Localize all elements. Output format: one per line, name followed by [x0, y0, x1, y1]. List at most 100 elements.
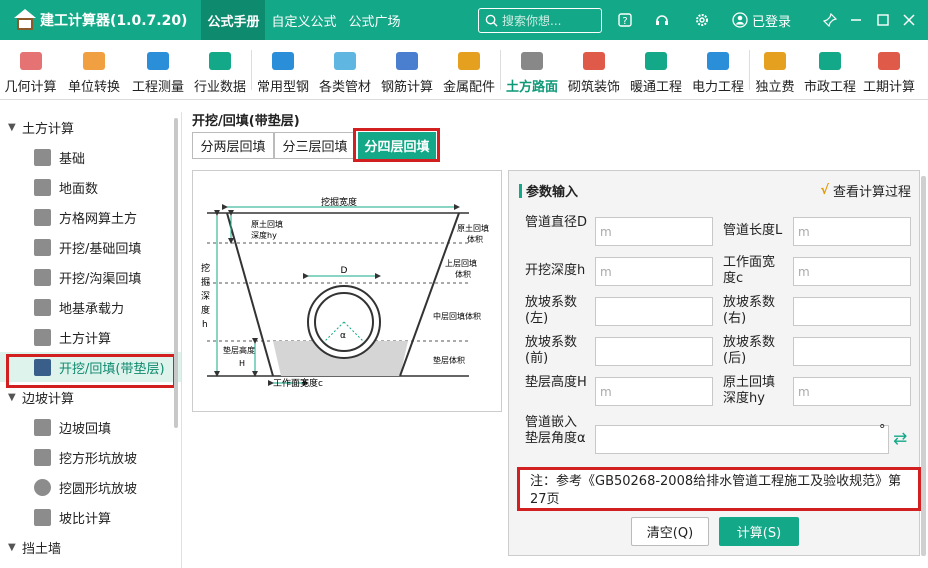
view-calc-process-link[interactable]: √ 查看计算过程	[820, 181, 911, 200]
trench-right-side	[399, 212, 460, 377]
formula-icon: √	[820, 183, 829, 198]
orig-soil-volume-label: 体积	[467, 234, 483, 244]
headset-icon[interactable]	[652, 10, 672, 30]
sidebar-category-retaining-wall[interactable]: ▼ 挡土墙	[0, 532, 181, 562]
tool-masonry[interactable]: 砌筑装饰	[563, 40, 625, 100]
pin-icon[interactable]	[820, 10, 840, 30]
tab-formula-manual[interactable]: 公式手册	[201, 0, 266, 40]
field-label-orig-soil-depth: 原土回填深度hy	[723, 375, 776, 406]
sidebar-item-slope-fill[interactable]: 边坡回填	[0, 412, 181, 442]
search-box[interactable]	[478, 8, 602, 33]
orig-soil-depth-label: 原土回填	[251, 219, 283, 229]
app-title: 建工计算器(1.0.7.20)	[40, 13, 188, 29]
sidebar: ▼ 土方计算 基础 地面数 方格网算土方 开挖/基础回填 开挖/沟渠回填 地基承载…	[0, 112, 182, 568]
middle-fill-label: 中层回填体积	[433, 311, 481, 321]
upper-fill-label: 体积	[455, 269, 471, 279]
sidebar-category-earthwork[interactable]: ▼ 土方计算	[0, 112, 181, 142]
orig-soil-volume-label: 原土回填	[457, 223, 489, 233]
tab-three-layer[interactable]: 分三层回填	[274, 132, 356, 159]
tool-unit-convert[interactable]: 单位转换	[61, 40, 127, 100]
tool-industry-data[interactable]: 行业数据	[189, 40, 251, 100]
highlight-box	[6, 354, 176, 388]
grid-icon	[34, 208, 51, 226]
tool-municipal[interactable]: 市政工程	[800, 40, 860, 100]
maximize-icon[interactable]	[873, 10, 893, 30]
tab-two-layer[interactable]: 分两层回填	[192, 132, 274, 159]
login-status[interactable]: 已登录	[732, 0, 791, 40]
sidebar-item-ground[interactable]: 地面数	[0, 172, 181, 202]
slope-left-input[interactable]	[595, 297, 713, 326]
tool-pipes[interactable]: 各类管材	[314, 40, 376, 100]
reference-note: 注：参考《GB50268-2008给排水管道工程施工及验收规范》第27页	[517, 467, 921, 511]
tool-hvac[interactable]: 暖通工程	[625, 40, 687, 100]
embed-angle-input[interactable]	[595, 425, 889, 454]
pipe-diameter-input[interactable]	[595, 217, 713, 246]
slope-right-input[interactable]	[793, 297, 911, 326]
price-chart-icon	[764, 52, 786, 70]
gear-icon[interactable]	[692, 10, 712, 30]
sidebar-scrollbar[interactable]	[174, 118, 178, 428]
slope-front-input[interactable]	[595, 337, 713, 366]
sidebar-item-foundation[interactable]: 基础	[0, 142, 181, 172]
cushion-volume-label: 垫层体积	[433, 355, 465, 365]
slope-fill-icon	[34, 418, 51, 436]
tool-rebar[interactable]: 钢筋计算	[376, 40, 438, 100]
cushion-height-input[interactable]	[595, 377, 713, 406]
field-label-slope-back: 放坡系数(后)	[723, 335, 776, 366]
sidebar-item-slope-ratio[interactable]: 坡比计算	[0, 502, 181, 532]
tool-earthwork-road[interactable]: 土方路面	[501, 40, 563, 100]
sidebar-item-bearing-capacity[interactable]: 地基承载力	[0, 292, 181, 322]
clear-button[interactable]: 清空(Q)	[631, 517, 709, 546]
degree-symbol: °	[879, 423, 886, 438]
city-icon	[819, 52, 841, 70]
tool-geometry[interactable]: 几何计算	[0, 40, 61, 100]
field-label-slope-front: 放坡系数(前)	[525, 335, 578, 366]
fan-icon	[645, 52, 667, 70]
road-icon	[521, 52, 543, 70]
close-icon[interactable]	[899, 10, 919, 30]
calculate-button[interactable]: 计算(S)	[719, 517, 799, 546]
cross-section-diagram: 挖掘宽度 原土回填 深度hy 原土回填 体积 挖 掘 深 度 h D 上层回填 …	[192, 170, 502, 412]
pipe-length-input[interactable]	[793, 217, 911, 246]
dig-depth-input[interactable]	[595, 257, 713, 286]
bearing-vip-icon	[34, 298, 51, 316]
house-power-icon	[707, 52, 729, 70]
tool-metal-parts[interactable]: 金属配件	[438, 40, 500, 100]
main-scrollbar[interactable]	[921, 176, 926, 556]
slope-back-input[interactable]	[793, 337, 911, 366]
field-label-dig-depth: 开挖深度h	[525, 263, 586, 278]
swap-arrows-icon[interactable]: ⇄	[893, 429, 907, 449]
work-width-label: 工作面宽度c	[273, 377, 323, 389]
tab-formula-square[interactable]: 公式广场	[343, 0, 407, 40]
tool-survey[interactable]: 工程测量	[127, 40, 189, 100]
foundation-icon	[34, 148, 51, 166]
tool-independent-fee[interactable]: 独立费	[750, 40, 800, 100]
tool-duration[interactable]: 工期计算	[860, 40, 918, 100]
orig-soil-depth-input[interactable]	[793, 377, 911, 406]
earthwork-icon	[34, 328, 51, 346]
sidebar-item-excavation-trench[interactable]: 开挖/沟渠回填	[0, 262, 181, 292]
field-label-slope-right: 放坡系数(右)	[723, 295, 776, 326]
app-logo-icon	[14, 9, 36, 31]
search-input[interactable]	[502, 13, 592, 28]
sidebar-item-round-pit[interactable]: 挖圆形坑放坡	[0, 472, 181, 502]
slope-ratio-icon	[34, 508, 51, 526]
sidebar-item-grid-earthwork[interactable]: 方格网算土方	[0, 202, 181, 232]
tool-power[interactable]: 电力工程	[687, 40, 749, 100]
ruler-axis-icon	[147, 52, 169, 70]
field-label-slope-left: 放坡系数(左)	[525, 295, 578, 326]
help-icon[interactable]: ?	[615, 10, 635, 30]
work-width-input[interactable]	[793, 257, 911, 286]
category-toolbar: 几何计算 单位转换 工程测量 行业数据 常用型钢 各类管材 钢筋计算 金属配件 …	[0, 40, 928, 100]
sidebar-item-earthwork-calc[interactable]: 土方计算	[0, 322, 181, 352]
bar-chart-icon	[209, 52, 231, 70]
collapse-arrow-icon: ▼	[8, 391, 16, 403]
sidebar-item-square-pit[interactable]: 挖方形坑放坡	[0, 442, 181, 472]
cushion-height-label: 垫层高度	[223, 345, 255, 355]
excavation-icon	[34, 238, 51, 256]
minimize-icon[interactable]	[846, 10, 866, 30]
tool-steel-section[interactable]: 常用型钢	[252, 40, 314, 100]
tab-custom-formula[interactable]: 自定义公式	[265, 0, 342, 40]
unit-cm-icon	[83, 52, 105, 70]
sidebar-item-excavation-foundation[interactable]: 开挖/基础回填	[0, 232, 181, 262]
